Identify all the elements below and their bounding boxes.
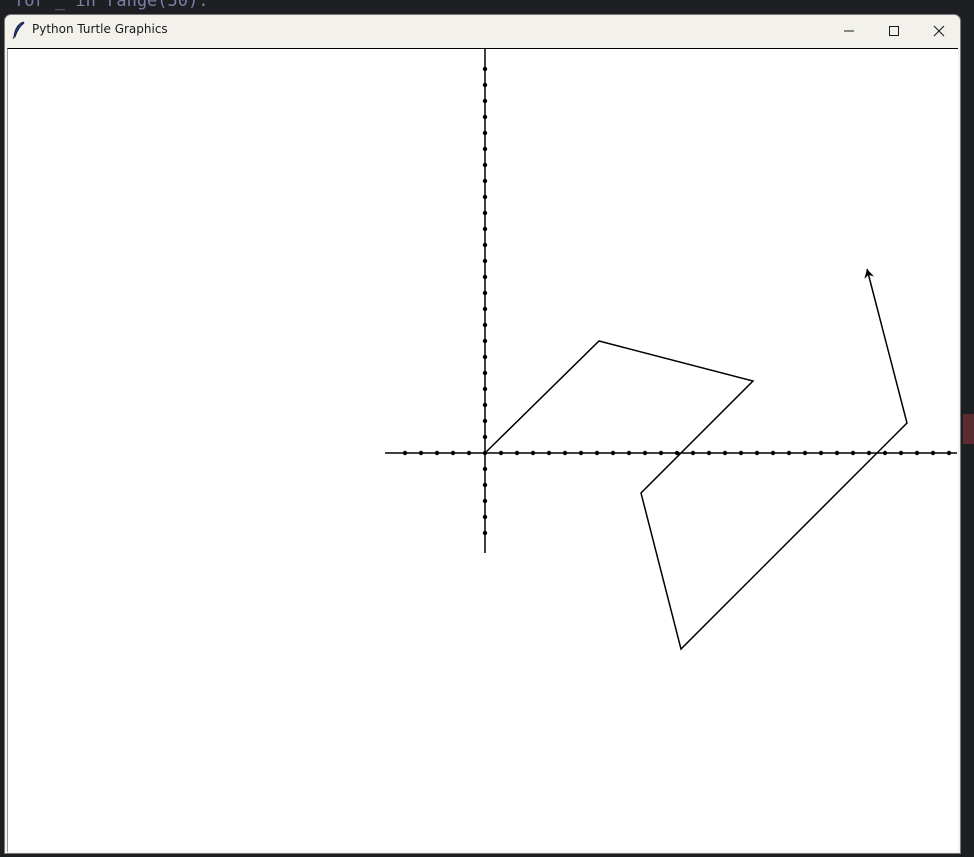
x-axis-tick-dot [754, 450, 760, 456]
x-axis-tick-dot [530, 450, 536, 456]
x-axis-tick-dot [434, 450, 440, 456]
x-axis-tick-dot [450, 450, 456, 456]
background-editor-highlight [963, 414, 974, 444]
y-axis-tick-dot [482, 386, 488, 392]
y-axis-tick-dot [482, 98, 488, 104]
y-axis-tick-dot [482, 66, 488, 72]
background-code-editor: for _ in range(50): [14, 0, 209, 11]
turtle-window: Python Turtle Graphics [4, 14, 961, 854]
close-icon [933, 22, 945, 41]
y-axis-tick-dot [482, 242, 488, 248]
x-axis-tick-dot [930, 450, 936, 456]
y-axis-tick-dot [482, 482, 488, 488]
y-axis-tick-dot [482, 178, 488, 184]
x-axis-tick-dot [402, 450, 408, 456]
x-axis-tick-dot [738, 450, 744, 456]
x-axis-tick-dot [898, 450, 904, 456]
x-axis-tick-dot [834, 450, 840, 456]
x-axis-tick-dot [946, 450, 952, 456]
x-axis-tick-dot [658, 450, 664, 456]
x-axis-tick-dot [466, 450, 472, 456]
minimize-button[interactable] [826, 15, 872, 47]
x-axis-tick-dot [882, 450, 888, 456]
x-axis-tick-dot [818, 450, 824, 456]
turtle-cursor [864, 269, 875, 279]
y-axis-tick-dot [482, 466, 488, 472]
y-axis-tick-dot [482, 338, 488, 344]
x-axis-tick-dot [770, 450, 776, 456]
y-axis-tick-dot [482, 290, 488, 296]
y-axis-tick-dot [482, 226, 488, 232]
title-bar[interactable]: Python Turtle Graphics [5, 15, 960, 47]
x-axis-tick-dot [786, 450, 792, 456]
y-axis-tick-dot [482, 418, 488, 424]
x-axis-tick-dot [722, 450, 728, 456]
y-axis-tick-dot [482, 258, 488, 264]
y-axis-tick-dot [482, 130, 488, 136]
y-axis-tick-dot [482, 114, 488, 120]
maximize-button[interactable] [871, 15, 917, 47]
y-axis-tick-dot [482, 162, 488, 168]
x-axis-tick-dot [866, 450, 872, 456]
y-axis-tick-dot [482, 402, 488, 408]
x-axis-tick-dot [562, 450, 568, 456]
x-axis-tick-dot [514, 450, 520, 456]
y-axis-tick-dot [482, 306, 488, 312]
feather-icon [12, 21, 26, 39]
y-axis-tick-dot [482, 194, 488, 200]
x-axis-tick-dot [498, 450, 504, 456]
x-axis-tick-dot [642, 450, 648, 456]
window-title: Python Turtle Graphics [32, 22, 168, 36]
x-axis-tick-dot [578, 450, 584, 456]
y-axis-tick-dot [482, 322, 488, 328]
y-axis-tick-dot [482, 354, 488, 360]
turtle-canvas [385, 49, 957, 651]
x-axis-tick-dot [594, 450, 600, 456]
x-axis-tick-dot [850, 450, 856, 456]
x-axis-tick-dot [626, 450, 632, 456]
x-axis-tick-dot [418, 450, 424, 456]
x-axis-tick-dot [546, 450, 552, 456]
y-axis-tick-dot [482, 514, 488, 520]
y-axis-tick-dot [482, 434, 488, 440]
x-axis-tick-dot [690, 450, 696, 456]
y-axis-tick-dot [482, 530, 488, 536]
minimize-icon [843, 22, 855, 41]
turtle-arrow-icon [864, 269, 875, 279]
turtle-canvas-area[interactable] [7, 48, 958, 852]
x-axis-tick-dot [610, 450, 616, 456]
y-axis-tick-dot [482, 210, 488, 216]
y-axis-tick-dot [482, 370, 488, 376]
close-button[interactable] [916, 15, 960, 47]
y-axis-tick-dot [482, 146, 488, 152]
y-axis-tick-dot [482, 274, 488, 280]
y-axis-tick-dot [482, 82, 488, 88]
turtle-path [484, 268, 908, 651]
maximize-icon [888, 22, 900, 41]
x-axis-tick-dot [802, 450, 808, 456]
y-axis-tick-dot [482, 498, 488, 504]
x-axis-tick-dot [914, 450, 920, 456]
x-axis-tick-dot [706, 450, 712, 456]
